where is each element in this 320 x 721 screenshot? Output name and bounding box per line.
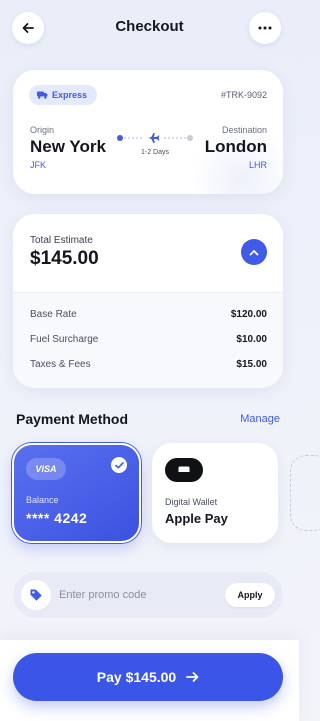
origin-city: New York: [30, 137, 106, 156]
tag-icon: [21, 580, 51, 610]
arrow-right-icon: [186, 672, 199, 682]
origin-code: JFK: [30, 160, 47, 170]
selected-check-icon: [111, 457, 127, 473]
destination-code: LHR: [248, 160, 267, 170]
top-bar: Checkout: [0, 0, 299, 58]
visa-card-option[interactable]: VISA Balance **** 4242: [12, 443, 141, 543]
pay-button[interactable]: Pay $145.00: [13, 653, 283, 701]
apple-pay-option[interactable]: Digital Wallet Apple Pay: [152, 443, 278, 543]
estimate-total: $145.00: [30, 248, 99, 269]
total-estimate-card: Total Estimate $145.00 Base Rate $120.00…: [13, 214, 283, 388]
fee-name: Taxes & Fees: [30, 359, 91, 370]
plane-icon: [148, 133, 160, 143]
fee-name: Base Rate: [30, 309, 77, 320]
route-line: [117, 133, 193, 143]
destination-city: London: [204, 137, 267, 156]
wallet-icon: [165, 458, 203, 482]
shipment-route-card: Express #TRK-9092 Origin Destination New…: [13, 70, 283, 194]
tracking-id: #TRK-9092: [220, 90, 267, 100]
visa-brand-badge: VISA: [26, 458, 66, 480]
fee-row: Fuel Surcharge $10.00: [30, 334, 267, 348]
estimate-summary: Total Estimate $145.00: [13, 214, 283, 292]
fee-amount: $120.00: [230, 309, 267, 320]
fee-amount: $10.00: [236, 334, 267, 345]
add-payment-card[interactable]: [290, 455, 320, 531]
promo-code-bar: Apply: [13, 572, 283, 618]
fee-row: Taxes & Fees $15.00: [30, 359, 267, 373]
apply-promo-button[interactable]: Apply: [225, 583, 275, 607]
fee-breakdown: Base Rate $120.00 Fuel Surcharge $10.00 …: [13, 292, 283, 388]
chevron-up-icon: [249, 249, 259, 255]
fee-row: Base Rate $120.00: [30, 309, 267, 323]
collapse-breakdown-button[interactable]: [241, 239, 267, 265]
destination-label: Destination: [221, 125, 267, 135]
estimate-label: Total Estimate: [30, 235, 93, 246]
wallet-name: Apple Pay: [165, 511, 228, 526]
service-badge: Express: [29, 85, 98, 105]
fee-amount: $15.00: [236, 359, 267, 370]
card-number: **** 4242: [26, 510, 88, 526]
pay-button-label: Pay $145.00: [96, 669, 177, 685]
transit-duration: 1-2 Days: [140, 149, 169, 156]
fee-name: Fuel Surcharge: [30, 334, 99, 345]
payment-method-title: Payment Method: [16, 411, 129, 427]
promo-code-input[interactable]: [59, 586, 209, 604]
service-label: Express: [52, 90, 88, 100]
truck-icon: [37, 91, 48, 99]
more-options-button[interactable]: [249, 12, 281, 44]
bottom-action-bar: Pay $145.00: [0, 640, 299, 721]
origin-label: Origin: [30, 125, 55, 135]
card-balance-label: Balance: [26, 495, 59, 505]
wallet-type-label: Digital Wallet: [165, 497, 218, 507]
more-horizontal-icon: [258, 26, 272, 30]
manage-payment-link[interactable]: Manage: [240, 413, 280, 425]
